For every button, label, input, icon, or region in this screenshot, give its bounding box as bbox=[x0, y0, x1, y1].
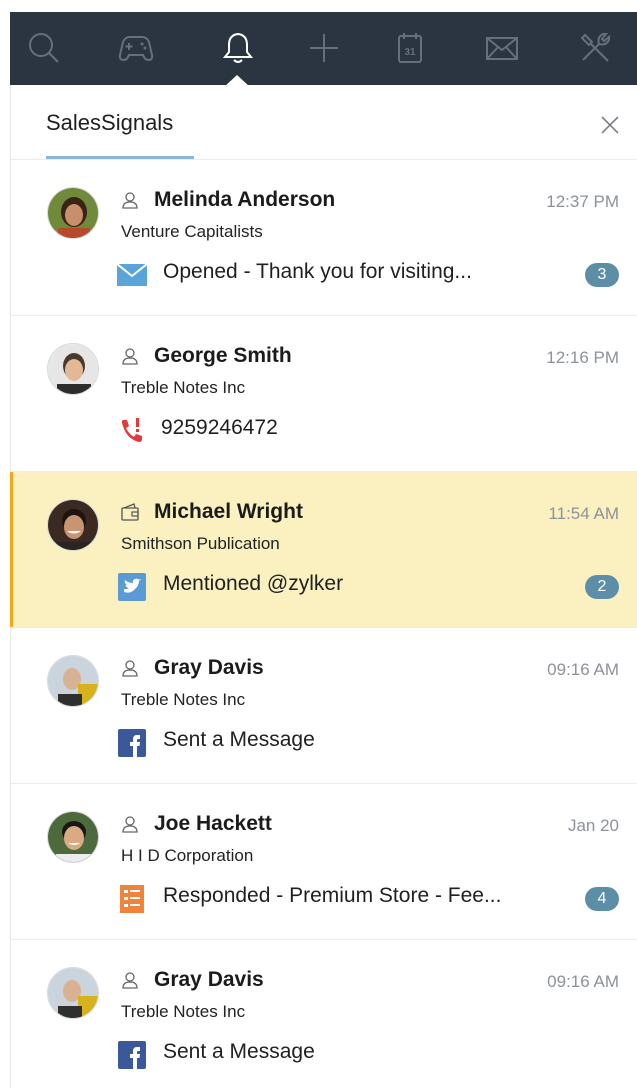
company-name: H I D Corporation bbox=[121, 846, 254, 865]
survey-icon bbox=[117, 885, 147, 913]
contact-name[interactable]: Joe Hackett bbox=[154, 812, 272, 836]
signal-item[interactable]: Melinda Anderson 12:37 PM Venture Capita… bbox=[11, 160, 637, 316]
activity-text: Sent a Message bbox=[163, 728, 315, 751]
plus-icon[interactable] bbox=[302, 26, 346, 70]
user-icon bbox=[122, 348, 138, 365]
calendar-icon[interactable]: 31 bbox=[388, 26, 432, 70]
user-icon bbox=[122, 972, 138, 989]
close-button[interactable] bbox=[597, 112, 623, 138]
missed-call-icon bbox=[117, 417, 147, 445]
company-name: Treble Notes Inc bbox=[121, 1002, 246, 1021]
contact-name[interactable]: Michael Wright bbox=[154, 500, 303, 524]
avatar bbox=[47, 187, 99, 239]
signal-time: Jan 20 bbox=[567, 816, 619, 835]
company-name: Smithson Publication bbox=[121, 534, 280, 553]
gamepad-icon[interactable] bbox=[114, 26, 158, 70]
company-name: Treble Notes Inc bbox=[121, 690, 246, 709]
active-tab-pointer bbox=[224, 75, 250, 87]
activity-text: Mentioned @zylker bbox=[163, 572, 344, 595]
mail-icon[interactable] bbox=[480, 26, 524, 70]
search-icon[interactable] bbox=[22, 26, 66, 70]
avatar bbox=[47, 811, 99, 863]
close-icon[interactable] bbox=[600, 115, 620, 135]
bell-icon[interactable] bbox=[216, 26, 260, 70]
tools-icon[interactable] bbox=[573, 26, 617, 70]
contact-name[interactable]: Gray Davis bbox=[154, 968, 264, 992]
signal-time: 09:16 AM bbox=[547, 660, 619, 679]
active-tab-underline bbox=[46, 156, 194, 159]
facebook-icon bbox=[117, 1041, 147, 1069]
contact-name[interactable]: Melinda Anderson bbox=[154, 188, 335, 212]
activity-text[interactable]: 9259246472 bbox=[161, 416, 278, 440]
count-badge: 4 bbox=[585, 887, 619, 911]
signal-time: 11:54 AM bbox=[548, 504, 619, 523]
contact-name[interactable]: Gray Davis bbox=[154, 656, 264, 680]
activity-text: Responded - Premium Store - Fee... bbox=[163, 884, 502, 907]
avatar bbox=[47, 343, 99, 395]
panel-title: SalesSignals bbox=[46, 110, 174, 135]
contact-name[interactable]: George Smith bbox=[154, 344, 292, 368]
activity-text: Opened - Thank you for visiting... bbox=[163, 260, 472, 283]
signal-time: 09:16 AM bbox=[547, 972, 619, 991]
top-toolbar: 31 bbox=[10, 12, 637, 85]
signal-time: 12:37 PM bbox=[546, 192, 619, 211]
activity-text: Sent a Message bbox=[163, 1040, 315, 1063]
count-badge: 3 bbox=[585, 263, 619, 287]
user-icon bbox=[122, 660, 138, 677]
user-icon bbox=[122, 816, 138, 833]
avatar bbox=[47, 655, 99, 707]
signal-list: Melinda Anderson 12:37 PM Venture Capita… bbox=[10, 160, 637, 1088]
signal-item[interactable]: Joe Hackett Jan 20 H I D Corporation Res… bbox=[11, 784, 637, 940]
email-icon bbox=[117, 261, 147, 289]
signal-item[interactable]: Gray Davis 09:16 AM Treble Notes Inc Sen… bbox=[11, 628, 637, 784]
signal-item[interactable]: Gray Davis 09:16 AM Treble Notes Inc Sen… bbox=[11, 940, 637, 1088]
avatar bbox=[47, 499, 99, 551]
company-name: Treble Notes Inc bbox=[121, 378, 246, 397]
wallet-icon bbox=[121, 503, 139, 521]
panel-header: SalesSignals bbox=[11, 88, 637, 160]
user-icon bbox=[122, 192, 138, 209]
count-badge: 2 bbox=[585, 575, 619, 599]
signal-item[interactable]: Michael Wright 11:54 AM Smithson Publica… bbox=[10, 472, 637, 628]
calendar-day: 31 bbox=[404, 47, 416, 58]
company-name: Venture Capitalists bbox=[121, 222, 263, 241]
twitter-icon bbox=[117, 573, 147, 601]
signal-item[interactable]: George Smith 12:16 PM Treble Notes Inc 9… bbox=[11, 316, 637, 472]
salessignals-panel: 31 SalesSignals Melinda Anderson 12:37 P… bbox=[0, 0, 637, 1088]
signal-time: 12:16 PM bbox=[546, 348, 619, 367]
avatar bbox=[47, 967, 99, 1019]
facebook-icon bbox=[117, 729, 147, 757]
